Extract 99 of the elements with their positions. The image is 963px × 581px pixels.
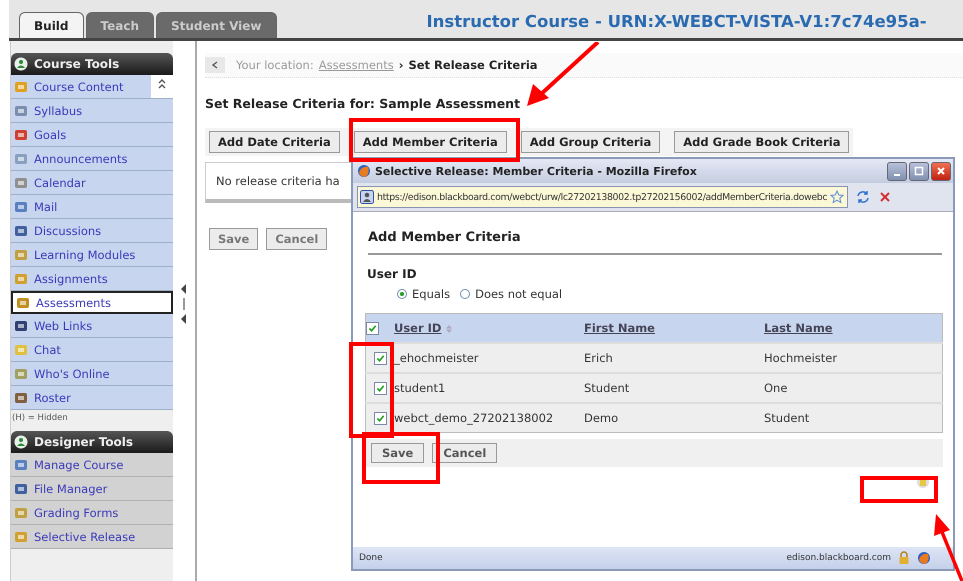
- status-host: edison.blackboard.com: [786, 553, 891, 563]
- tool-icon: [14, 530, 28, 544]
- tab[interactable]: Teach: [86, 12, 154, 38]
- tab[interactable]: Build: [19, 12, 84, 38]
- sidebar-item[interactable]: Learning Modules: [11, 243, 173, 267]
- sidebar-item[interactable]: Chat: [11, 338, 173, 362]
- collapse-arrows-icon[interactable]: [180, 284, 188, 324]
- sidebar-item[interactable]: Web Links: [11, 314, 173, 338]
- sidebar-item[interactable]: Course Content: [11, 75, 173, 99]
- tab[interactable]: Student View: [156, 12, 277, 38]
- section-title: Designer Tools: [34, 435, 134, 449]
- address-field[interactable]: https://edison.blackboard.com/webct/urw/lc27202138002.tp27202156002/addMemberCriteria.dowebc: [357, 186, 848, 208]
- tool-icon: [14, 128, 28, 142]
- padlock-icon: [897, 551, 911, 565]
- minimize-icon: [893, 174, 901, 176]
- column-header[interactable]: User ID: [394, 321, 442, 335]
- form-button[interactable]: Cancel: [266, 228, 328, 250]
- tool-icon: [14, 272, 28, 286]
- table-cell: One: [764, 381, 788, 395]
- tool-icon: [14, 248, 28, 262]
- table-cell: Demo: [584, 411, 618, 425]
- sidebar-item[interactable]: Goals: [11, 123, 173, 147]
- criteria-button[interactable]: Add Date Criteria: [209, 131, 340, 153]
- tool-icon: [14, 318, 28, 332]
- table-cell: student1: [394, 381, 446, 395]
- table-cell: Hochmeister: [764, 351, 838, 365]
- star-icon[interactable]: [830, 190, 844, 204]
- maximize-icon: [914, 166, 924, 176]
- tool-icon: [14, 104, 28, 118]
- message-text: No release criteria ha: [216, 174, 340, 188]
- double-chevron-up-icon[interactable]: [157, 78, 167, 90]
- person-icon: [14, 57, 28, 71]
- sidebar-item[interactable]: Discussions: [11, 219, 173, 243]
- tool-icon: [16, 296, 30, 310]
- form-heading: Add Member Criteria: [368, 230, 942, 255]
- close-button[interactable]: [931, 162, 951, 180]
- maximize-button[interactable]: [909, 162, 929, 180]
- course-title: Instructor Course - URN:X-WEBCT-VISTA-V1:7c74e95a-: [426, 12, 927, 30]
- sidebar-item[interactable]: Syllabus: [11, 99, 173, 123]
- minimize-button[interactable]: [887, 162, 907, 180]
- column-header[interactable]: First Name: [584, 321, 655, 335]
- close-icon: [936, 166, 946, 176]
- chevron-left-icon: [211, 61, 219, 69]
- tool-icon: [14, 200, 28, 214]
- criteria-button[interactable]: Add Grade Book Criteria: [674, 131, 850, 153]
- tool-icon: [14, 506, 28, 520]
- browser-globe-icon: [917, 551, 931, 565]
- page-heading: Set Release Criteria for: Sample Assessment: [205, 96, 522, 111]
- window-title: Selective Release: Member Criteria - Mozilla Firefox: [375, 164, 697, 178]
- field-label: User ID: [367, 267, 418, 281]
- criteria-button[interactable]: Add Member Criteria: [354, 131, 507, 153]
- tool-icon: [14, 342, 28, 356]
- tool-icon: [14, 390, 28, 404]
- sidebar-item[interactable]: Calendar: [11, 171, 173, 195]
- sidebar-item[interactable]: Grading Forms: [11, 501, 173, 525]
- section-title: Course Tools: [34, 57, 120, 71]
- select-all-checkbox[interactable]: [366, 322, 379, 336]
- location-label: Your location:: [236, 58, 314, 72]
- status-text: Done: [359, 553, 383, 563]
- tool-icon: [14, 458, 28, 472]
- form-button[interactable]: Save: [371, 443, 424, 463]
- sidebar-item[interactable]: Assignments: [11, 267, 173, 291]
- row-checkbox[interactable]: [374, 412, 386, 426]
- criteria-button[interactable]: Add Group Criteria: [520, 131, 660, 153]
- sidebar-item[interactable]: Roster: [11, 386, 173, 410]
- tool-icon: [14, 482, 28, 496]
- tool-icon: [14, 152, 28, 166]
- person-icon: [14, 435, 28, 449]
- table-cell: Student: [764, 411, 810, 425]
- tool-icon: [14, 366, 28, 380]
- column-header[interactable]: Last Name: [764, 321, 833, 335]
- form-button[interactable]: Cancel: [432, 443, 498, 463]
- sidebar-item[interactable]: Assessments: [11, 291, 173, 314]
- hidden-note: (H) = Hidden: [11, 412, 69, 423]
- row-checkbox[interactable]: [374, 382, 386, 396]
- row-checkbox[interactable]: [374, 352, 386, 366]
- table-cell: _ehochmeister: [394, 351, 479, 365]
- sidebar-item[interactable]: File Manager: [11, 477, 173, 501]
- table-cell: webct_demo_27202138002: [394, 411, 554, 425]
- tool-icon: [14, 80, 28, 94]
- sidebar-item[interactable]: Manage Course: [11, 453, 173, 477]
- breadcrumb-separator: ›: [398, 58, 404, 72]
- sidebar-item[interactable]: Mail: [11, 195, 173, 219]
- tool-icon: [14, 176, 28, 190]
- reload-icon[interactable]: [856, 190, 870, 204]
- form-button[interactable]: Save: [209, 228, 258, 250]
- sidebar-item[interactable]: Announcements: [11, 147, 173, 171]
- table-cell: Erich: [584, 351, 613, 365]
- tool-icon: [14, 224, 28, 238]
- radio-option[interactable]: Equals: [397, 287, 450, 301]
- radio-option[interactable]: Does not equal: [460, 287, 562, 301]
- browser-globe-icon: [357, 164, 371, 178]
- stop-icon[interactable]: [878, 190, 892, 204]
- site-identity-icon: [360, 190, 374, 204]
- table-cell: Student: [584, 381, 630, 395]
- sidebar-item[interactable]: Selective Release: [11, 525, 173, 549]
- sidebar-item[interactable]: Who's Online: [11, 362, 173, 386]
- back-button[interactable]: [205, 57, 225, 73]
- breadcrumb-current: Set Release Criteria: [408, 58, 538, 72]
